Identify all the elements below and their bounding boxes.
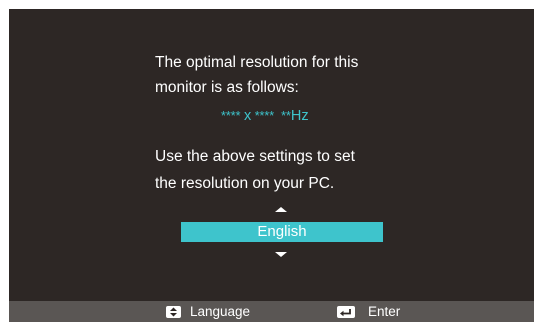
- resolution-width: ****: [221, 109, 241, 123]
- triangle-down-icon[interactable]: [275, 252, 287, 257]
- enter-hint-label: Enter: [368, 304, 401, 319]
- message-line-3: Use the above settings to set: [155, 148, 355, 165]
- triangle-up-icon[interactable]: [275, 207, 287, 212]
- resolution-height: ****: [254, 109, 275, 123]
- language-hint-label: Language: [190, 304, 251, 319]
- osd-dialog: The optimal resolution for this monitor …: [9, 9, 534, 322]
- optimal-resolution: **** x **** **Hz: [221, 108, 309, 124]
- osd-footer: Language Enter: [9, 301, 534, 322]
- refresh-rate-stars: **: [281, 109, 291, 123]
- enter-hint: Enter: [337, 301, 400, 322]
- language-hint: Language: [166, 301, 250, 322]
- language-selector[interactable]: English: [181, 222, 383, 242]
- up-down-key-icon: [166, 305, 181, 318]
- resolution-x: x: [243, 108, 252, 124]
- message-line-4: the resolution on your PC.: [155, 175, 335, 192]
- enter-key-icon: [337, 305, 355, 318]
- message-line-2: monitor is as follows:: [155, 79, 299, 96]
- message-line-1: The optimal resolution for this: [155, 54, 359, 71]
- refresh-rate-unit: Hz: [290, 108, 309, 124]
